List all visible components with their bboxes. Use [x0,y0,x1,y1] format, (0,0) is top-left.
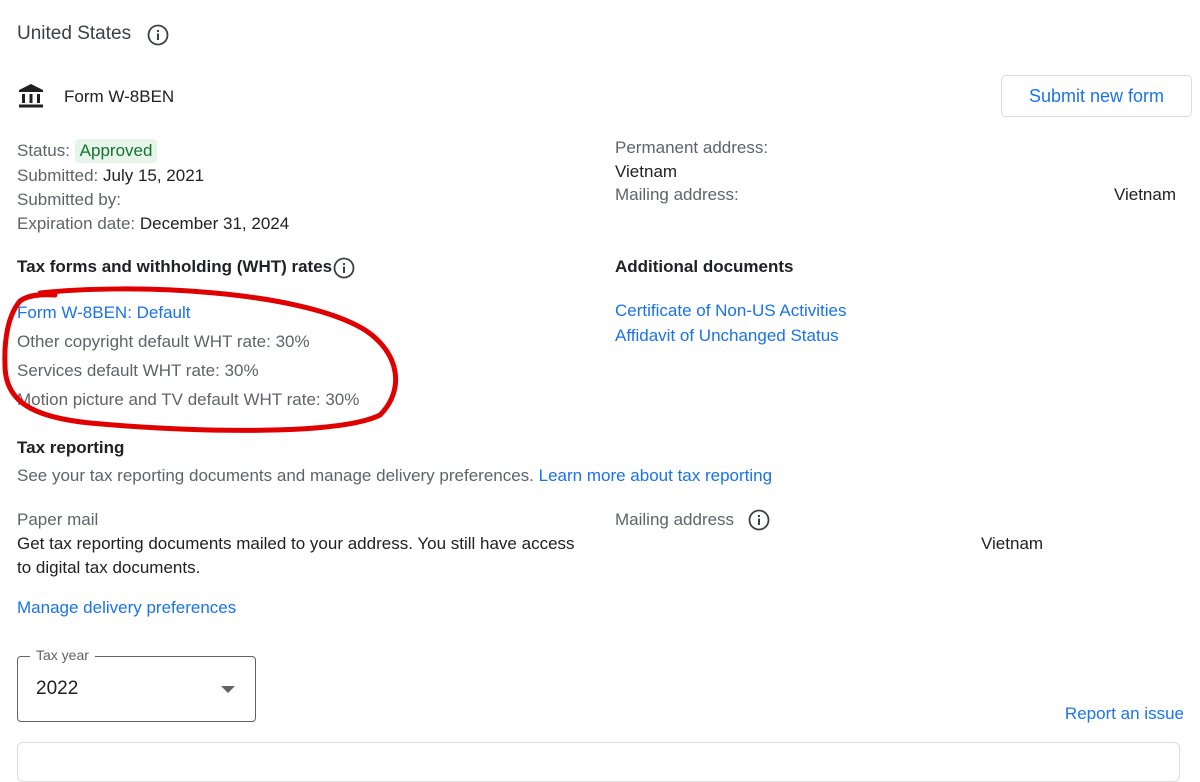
submitted-label: Submitted: [17,166,99,185]
submitted-by-label: Submitted by: [17,190,121,209]
red-annotation-circle [2,286,398,433]
paper-mail-description-line1: Get tax reporting documents mailed to yo… [17,534,575,553]
manage-delivery-preferences-link[interactable]: Manage delivery preferences [17,597,236,619]
paper-mail-description-line2: to digital tax documents. [17,558,201,577]
report-issue-link[interactable]: Report an issue [1065,703,1184,725]
dropdown-arrow-icon[interactable] [221,686,235,693]
submit-new-form-button[interactable]: Submit new form [1001,75,1192,117]
status-row: Status: Approved [17,139,158,163]
permanent-address-label: Permanent address: [615,138,769,157]
tax-year-label: Tax year [30,646,95,664]
tax-reporting-description: See your tax reporting documents and man… [17,466,534,485]
learn-more-tax-reporting-link[interactable]: Learn more about tax reporting [539,466,772,485]
bank-icon [17,83,45,109]
tax-forms-heading: Tax forms and withholding (WHT) rates [17,257,333,276]
reporting-mailing-label: Mailing address [615,510,735,529]
expiration-label: Expiration date: [17,214,136,233]
submitted-value: July 15, 2021 [103,166,205,185]
mailing-address-value: Vietnam [1113,185,1176,204]
mailing-address-label: Mailing address: [615,185,739,204]
submitted-by-row: Submitted by: [17,189,121,211]
info-icon[interactable] [333,257,355,279]
certificate-non-us-link[interactable]: Certificate of Non-US Activities [615,300,846,322]
permanent-address-value: Vietnam [615,162,678,181]
submitted-row: Submitted: July 15, 2021 [17,165,204,187]
bottom-card [17,742,1180,782]
status-badge: Approved [74,139,158,163]
additional-documents-heading: Additional documents [615,257,794,276]
info-icon[interactable] [147,24,169,46]
country-title: United States [17,23,132,44]
paper-mail-label: Paper mail [17,510,99,529]
affidavit-unchanged-link[interactable]: Affidavit of Unchanged Status [615,325,839,347]
expiration-row: Expiration date: December 31, 2024 [17,213,289,235]
info-icon[interactable] [748,509,770,531]
status-label: Status: [17,141,70,160]
expiration-value: December 31, 2024 [139,214,290,233]
tax-reporting-desc-row: See your tax reporting documents and man… [17,465,772,487]
tax-reporting-heading: Tax reporting [17,438,125,457]
reporting-mailing-value: Vietnam [981,534,1044,553]
tax-year-value: 2022 [36,678,79,699]
form-title: Form W-8BEN [64,87,175,106]
